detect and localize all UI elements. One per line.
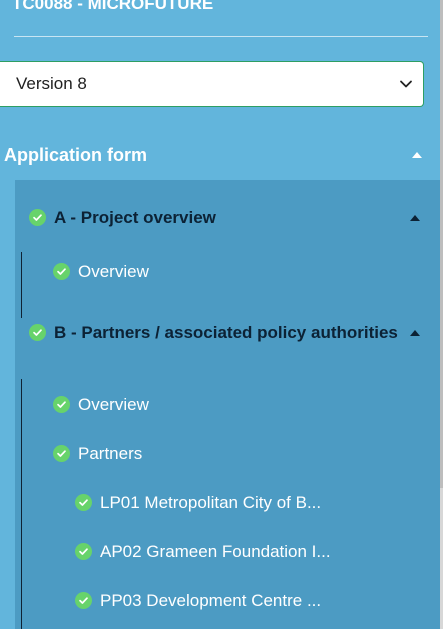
tree-line	[21, 379, 22, 629]
nav-item-partner-ap02[interactable]: AP02 Grameen Foundation I...	[75, 540, 331, 563]
nav-item-partner-pp03[interactable]: PP03 Development Centre ...	[75, 589, 321, 612]
project-sidebar: TC0088 - MICROFUTURE Version 8 Applicati…	[0, 0, 443, 629]
section-caret-icon[interactable]	[410, 330, 420, 336]
check-circle-icon	[75, 494, 92, 511]
project-title: TC0088 - MICROFUTURE	[12, 0, 214, 13]
section-a-label: A - Project overview	[54, 208, 216, 227]
nav-item-label: AP02 Grameen Foundation I...	[100, 542, 331, 561]
application-form-sections: A - Project overview Overview B - Partne…	[15, 180, 440, 629]
version-select[interactable]: Version 8	[0, 61, 424, 107]
section-title-b[interactable]: B - Partners / associated policy authori…	[29, 321, 420, 344]
nav-item-label: Overview	[78, 262, 149, 281]
section-caret-icon[interactable]	[410, 215, 420, 221]
check-circle-icon	[29, 209, 46, 226]
check-circle-icon	[53, 445, 70, 462]
section-b-label: B - Partners / associated policy authori…	[54, 323, 398, 342]
check-circle-icon	[75, 592, 92, 609]
nav-item-b-overview[interactable]: Overview	[53, 393, 149, 416]
nav-item-b-partners[interactable]: Partners	[53, 442, 142, 465]
nav-item-label: Overview	[78, 395, 149, 414]
tree-line	[21, 252, 22, 318]
version-select-value: Version 8	[16, 74, 87, 93]
nav-item-label: LP01 Metropolitan City of B...	[100, 493, 322, 512]
nav-item-label: Partners	[78, 444, 143, 463]
check-circle-icon	[53, 263, 70, 280]
sidebar-panel: TC0088 - MICROFUTURE Version 8 Applicati…	[0, 0, 440, 629]
nav-item-partner-lp01[interactable]: LP01 Metropolitan City of B...	[75, 491, 321, 514]
application-form-header[interactable]: Application form	[0, 131, 440, 179]
check-circle-icon	[29, 324, 46, 341]
header-divider	[14, 36, 428, 37]
collapse-caret-icon[interactable]	[412, 152, 422, 158]
nav-item-a-overview[interactable]: Overview	[53, 260, 149, 283]
check-circle-icon	[75, 543, 92, 560]
check-circle-icon	[53, 396, 70, 413]
section-title-a[interactable]: A - Project overview	[29, 206, 420, 229]
application-form-title: Application form	[4, 144, 147, 165]
page: TC0088 - MICROFUTURE Version 8 Applicati…	[0, 0, 443, 629]
chevron-down-icon	[399, 77, 413, 91]
nav-item-label: PP03 Development Centre ...	[100, 591, 322, 610]
